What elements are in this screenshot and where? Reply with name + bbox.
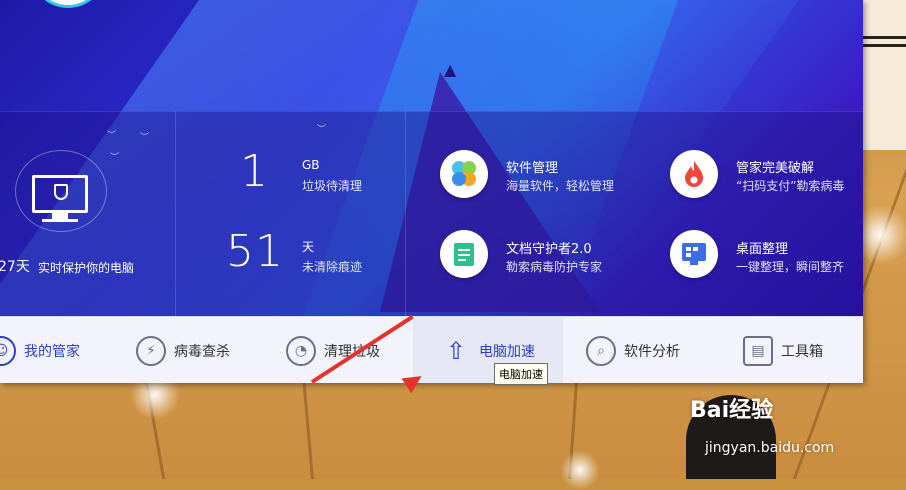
traces-days-unit: 天 <box>302 240 315 254</box>
info-panel <box>0 111 863 316</box>
rocket-icon: ▲ <box>444 60 457 79</box>
nav-software-analysis[interactable]: ⌕ 软件分析 <box>586 317 716 383</box>
hero-banner: ▲ ︶ ︶ ︶ ︶ 27天 实时保护你的电脑 1 GB 垃圾待清理 51 天 未… <box>0 0 863 316</box>
nav-virus-scan[interactable]: ⚡ 病毒查杀 <box>136 317 266 383</box>
toolbox-icon: ▤ <box>743 335 773 366</box>
tile-document-title[interactable]: 文档守护者2.0 <box>506 238 592 257</box>
nav-toolbox[interactable]: ▤ 工具箱 <box>743 317 853 383</box>
panel-divider <box>175 111 176 316</box>
tile-software-title[interactable]: 软件管理 <box>506 157 558 176</box>
light-bokeh <box>560 450 600 490</box>
monitor-base <box>42 219 78 222</box>
tile-software-sub: 海量软件，轻松管理 <box>506 179 615 193</box>
junk-size-desc[interactable]: 垃圾待清理 <box>302 177 362 194</box>
tile-document-sub: 勒索病毒防护专家 <box>506 260 603 274</box>
bird-icon: ︶ <box>107 131 117 141</box>
bird-icon: ︶ <box>140 133 150 143</box>
traces-days-desc[interactable]: 未清除痕迹 <box>302 258 362 275</box>
desktop-icon[interactable] <box>670 230 718 278</box>
wall-detail <box>862 0 906 150</box>
bird-icon: ︶ <box>110 153 120 163</box>
document-icon[interactable] <box>440 230 488 278</box>
junk-size-value: 1 <box>240 146 269 197</box>
tile-crack-sub: “扫码支付”勒索病毒 <box>736 179 845 193</box>
tooltip: 电脑加速 <box>494 363 548 385</box>
traces-days-value: 51 <box>226 226 284 277</box>
lightning-shield-icon: ⚡ <box>136 335 166 366</box>
bottom-nav: ☺ 我的管家 ⚡ 病毒查杀 ◔ 清理垃圾 ⇧ 电脑加速 ⌕ 软件分析 ▤ 工具箱 <box>0 316 863 383</box>
nav-my-manager[interactable]: ☺ 我的管家 <box>0 317 110 383</box>
bird-icon: ︶ <box>317 125 327 135</box>
pinwheel-icon[interactable] <box>440 150 488 198</box>
junk-size-unit: GB <box>302 158 320 172</box>
pc-manager-window: ▲ ︶ ︶ ︶ ︶ 27天 实时保护你的电脑 1 GB 垃圾待清理 51 天 未… <box>0 0 863 383</box>
butler-icon: ☺ <box>0 335 16 366</box>
tile-desktop-title[interactable]: 桌面整理 <box>736 238 788 257</box>
nav-label: 电脑加速 <box>479 343 535 360</box>
flame-icon[interactable] <box>670 150 718 198</box>
tile-crack-title[interactable]: 管家完美破解 <box>736 157 814 176</box>
baidu-watermark: Bai经验 <box>690 398 774 423</box>
panel-divider <box>405 111 406 316</box>
wall-stripe <box>862 36 906 39</box>
monitor-icon <box>32 175 88 213</box>
vacuum-icon: ◔ <box>286 335 316 366</box>
tile-desktop-sub: 一键整理，瞬间整齐 <box>736 260 845 274</box>
nav-label: 软件分析 <box>624 343 680 360</box>
nav-label: 工具箱 <box>781 343 823 360</box>
protect-days: 27天 <box>0 259 30 275</box>
shield-icon <box>54 184 68 200</box>
wall-stripe <box>862 44 906 47</box>
magnifier-chart-icon: ⌕ <box>586 335 616 366</box>
protect-status-text: 实时保护你的电脑 <box>38 261 135 275</box>
baidu-watermark-url: jingyan.baidu.com <box>705 440 835 456</box>
rocket-icon: ⇧ <box>445 336 467 365</box>
nav-label: 病毒查杀 <box>174 343 230 360</box>
nav-label: 我的管家 <box>24 343 80 360</box>
